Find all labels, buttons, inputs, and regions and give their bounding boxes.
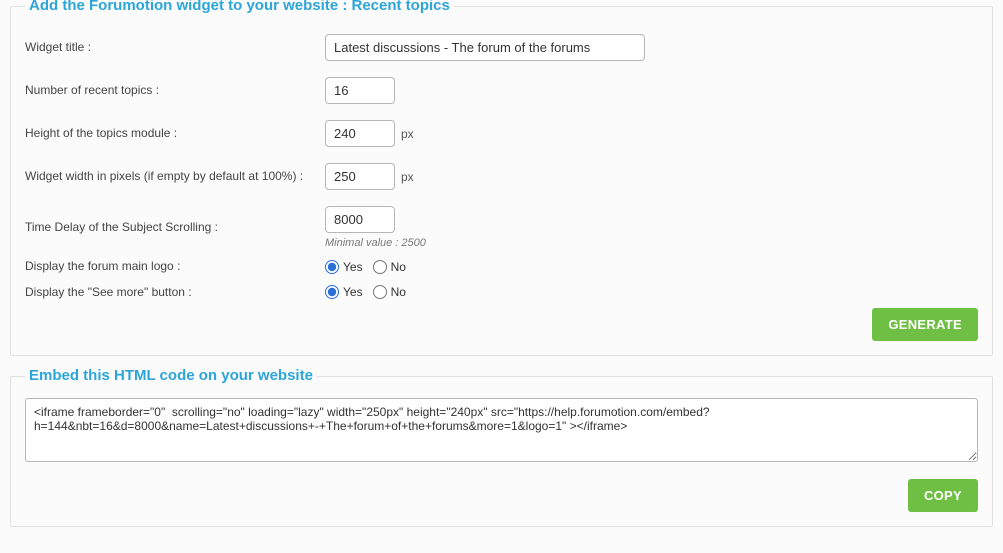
- height-unit: px: [401, 127, 414, 141]
- widget-config-panel: Add the Forumotion widget to your websit…: [10, 6, 993, 356]
- logo-yes-text: Yes: [343, 260, 363, 274]
- copy-row: COPY: [25, 479, 978, 512]
- seemore-no-label[interactable]: No: [373, 285, 406, 299]
- logo-yes-radio[interactable]: [325, 260, 339, 274]
- label-height: Height of the topics module :: [25, 126, 325, 142]
- row-seemore: Display the "See more" button : Yes No: [25, 285, 978, 301]
- seemore-yes-radio[interactable]: [325, 285, 339, 299]
- label-num-topics: Number of recent topics :: [25, 83, 325, 99]
- height-input[interactable]: [325, 120, 395, 147]
- logo-no-text: No: [391, 260, 406, 274]
- num-topics-input[interactable]: [325, 77, 395, 104]
- label-delay: Time Delay of the Subject Scrolling :: [25, 220, 325, 236]
- seemore-yes-label[interactable]: Yes: [325, 285, 363, 299]
- copy-button[interactable]: COPY: [908, 479, 978, 512]
- row-delay: Time Delay of the Subject Scrolling : Mi…: [25, 206, 978, 249]
- label-widget-title: Widget title :: [25, 40, 325, 56]
- generate-row: GENERATE: [25, 308, 978, 341]
- label-width: Widget width in pixels (if empty by defa…: [25, 169, 325, 185]
- widget-panel-title: Add the Forumotion widget to your websit…: [25, 0, 454, 14]
- label-seemore: Display the "See more" button :: [25, 285, 325, 301]
- widget-title-input[interactable]: [325, 34, 645, 61]
- embed-code-textarea[interactable]: [25, 398, 978, 462]
- width-unit: px: [401, 170, 414, 184]
- row-num-topics: Number of recent topics :: [25, 77, 978, 104]
- embed-panel: Embed this HTML code on your website COP…: [10, 376, 993, 527]
- embed-panel-title: Embed this HTML code on your website: [25, 367, 317, 384]
- seemore-yes-text: Yes: [343, 285, 363, 299]
- logo-no-radio[interactable]: [373, 260, 387, 274]
- row-logo: Display the forum main logo : Yes No: [25, 259, 978, 275]
- width-input[interactable]: [325, 163, 395, 190]
- logo-no-label[interactable]: No: [373, 260, 406, 274]
- generate-button[interactable]: GENERATE: [872, 308, 978, 341]
- row-width: Widget width in pixels (if empty by defa…: [25, 163, 978, 190]
- seemore-no-radio[interactable]: [373, 285, 387, 299]
- row-height: Height of the topics module : px: [25, 120, 978, 147]
- seemore-no-text: No: [391, 285, 406, 299]
- logo-yes-label[interactable]: Yes: [325, 260, 363, 274]
- delay-hint: Minimal value : 2500: [325, 237, 426, 249]
- row-title: Widget title :: [25, 34, 978, 61]
- label-logo: Display the forum main logo :: [25, 259, 325, 275]
- delay-input[interactable]: [325, 206, 395, 233]
